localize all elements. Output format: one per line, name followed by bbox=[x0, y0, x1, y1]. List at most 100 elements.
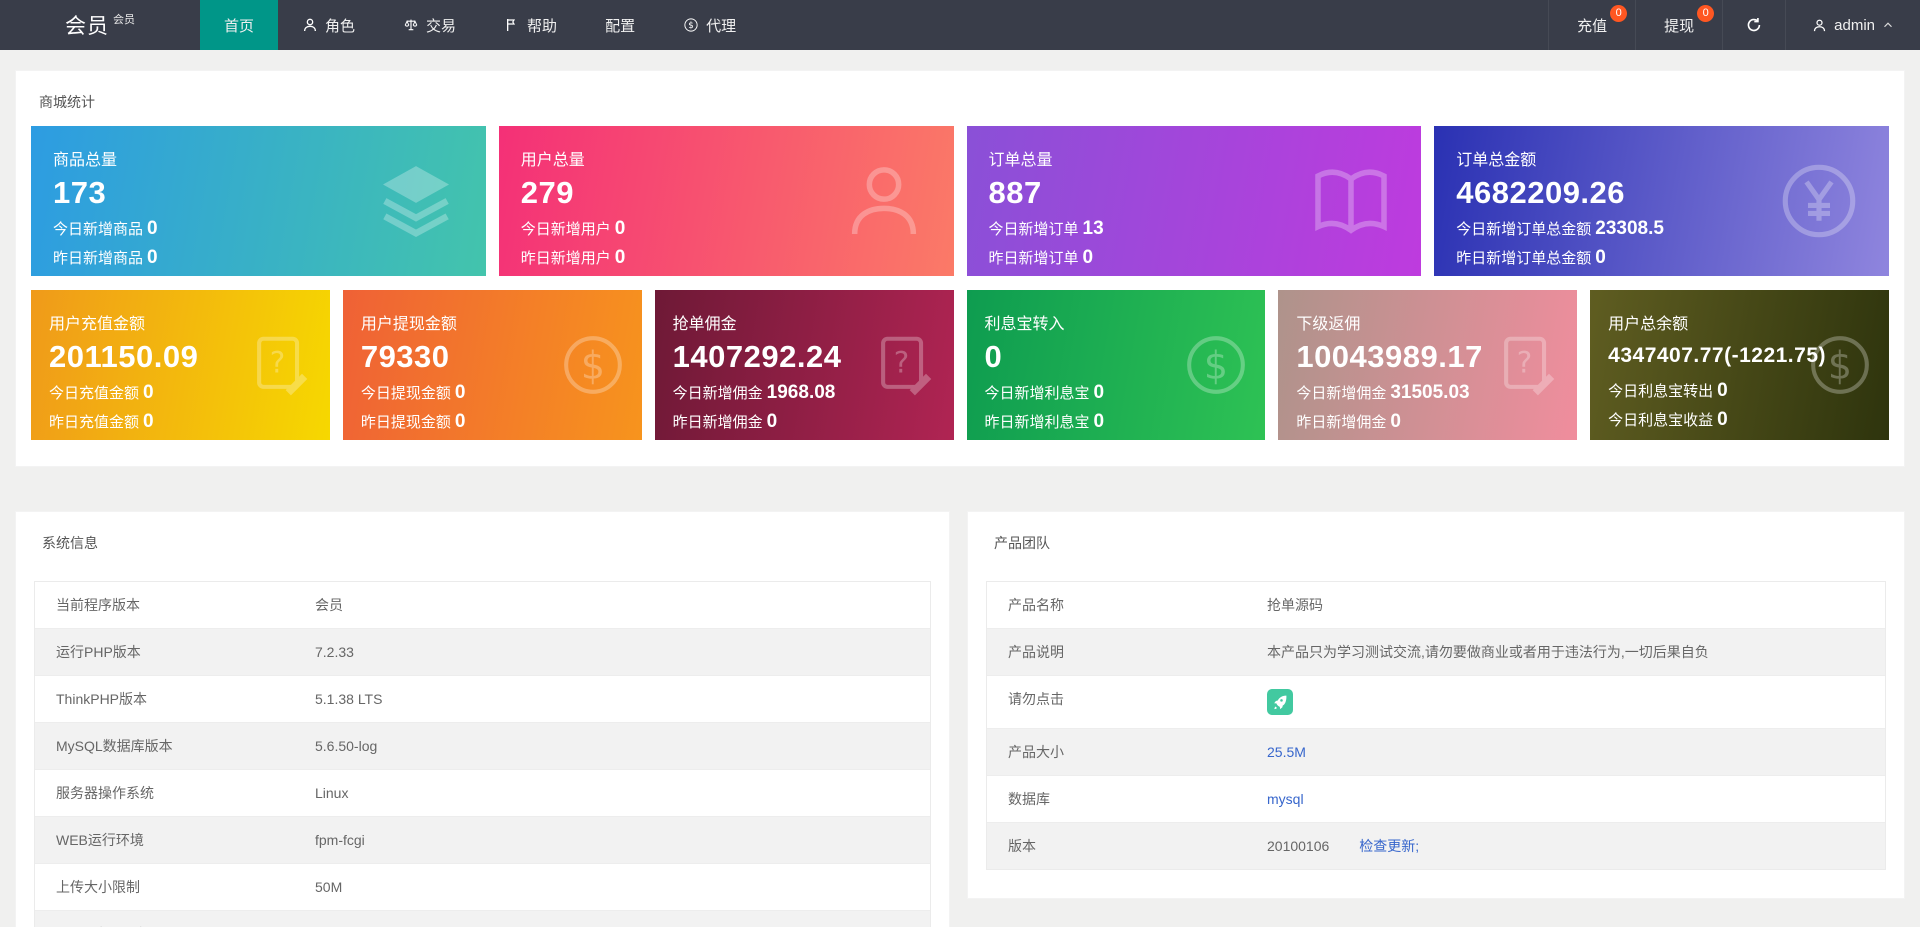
nav-item-label: 首页 bbox=[224, 17, 255, 35]
stat-line-value: 0 bbox=[1082, 247, 1094, 268]
row-value: 抢单源码 bbox=[1267, 597, 1323, 613]
stat-line-label: 昨日新增订单总金额 bbox=[1456, 250, 1592, 267]
username: admin bbox=[1834, 16, 1875, 34]
product-size-link[interactable]: 25.5M bbox=[1267, 744, 1306, 760]
nav-item-label: 角色 bbox=[325, 17, 356, 35]
row-value: 5.6.50-log bbox=[315, 738, 378, 754]
row-value: fpm-fcgi bbox=[315, 832, 365, 848]
row-label: 版本 bbox=[1008, 838, 1036, 854]
file-question-icon bbox=[1493, 330, 1563, 400]
product-team-panel: 产品团队 产品名称 抢单源码 产品说明 本产品只为学习测试交流,请勿要做商业或者… bbox=[967, 511, 1905, 899]
stat-line-value: 31505.03 bbox=[1390, 382, 1470, 403]
stat-line-value: 0 bbox=[1717, 409, 1728, 430]
nav-item-config[interactable]: 配置 bbox=[581, 0, 659, 50]
row-label: MySQL数据库版本 bbox=[56, 738, 173, 754]
row-label: 上传大小限制 bbox=[56, 879, 140, 895]
dollar-circle-icon bbox=[1805, 330, 1875, 400]
top-navbar: 会员 会员 首页 角色 交易 帮助 配置 代理 充值 0 提现 0 admin bbox=[0, 0, 1920, 50]
bottom-panels: 系统信息 当前程序版本 会员 运行PHP版本 7.2.33 ThinkPHP版本… bbox=[15, 511, 1905, 927]
stat-card-goods-total: 商品总量 173 今日新增商品 0 昨日新增商品 0 bbox=[31, 126, 486, 276]
table-row: 请勿点击 bbox=[987, 676, 1885, 729]
stat-line-label: 今日利息宝转出 bbox=[1608, 383, 1714, 400]
stat-card-orders-total: 订单总量 887 今日新增订单 13 昨日新增订单 0 bbox=[966, 126, 1422, 276]
stat-line-value: 0 bbox=[614, 218, 626, 239]
nav-item-label: 代理 bbox=[706, 17, 737, 35]
row-label: 产品大小 bbox=[1008, 744, 1064, 760]
recharge-badge: 0 bbox=[1610, 5, 1628, 22]
row-value: 本产品只为学习测试交流,请勿要做商业或者用于违法行为,一切后果自负 bbox=[1267, 644, 1709, 660]
nav-item-home[interactable]: 首页 bbox=[200, 0, 279, 50]
dollar-circle-icon bbox=[558, 330, 628, 400]
refresh-button[interactable] bbox=[1722, 0, 1785, 50]
stat-line-label: 昨日新增佣金 bbox=[1296, 414, 1387, 431]
user-icon bbox=[1812, 18, 1827, 33]
table-row: 服务器操作系统 Linux bbox=[35, 770, 930, 817]
nav-item-label: 配置 bbox=[605, 17, 636, 35]
stat-line-label: 昨日新增商品 bbox=[53, 250, 144, 267]
stat-line-value: 13 bbox=[1082, 218, 1104, 239]
brand-title: 会员 bbox=[65, 15, 109, 38]
stat-line-value: 0 bbox=[614, 247, 626, 268]
stat-line-label: 今日提现金额 bbox=[360, 385, 451, 402]
nav-item-agent[interactable]: 代理 bbox=[659, 0, 760, 50]
stat-line-value: 0 bbox=[143, 411, 154, 432]
table-row: 上传大小限制 50M bbox=[35, 864, 930, 911]
version-value: 20100106 bbox=[1267, 838, 1330, 854]
database-link[interactable]: mysql bbox=[1267, 791, 1304, 807]
file-question-icon bbox=[246, 330, 316, 400]
row-label: 数据库 bbox=[1008, 791, 1050, 807]
stat-line-value: 0 bbox=[766, 411, 778, 432]
stat-line-value: 1968.08 bbox=[766, 382, 836, 403]
row-label: 服务器操作系统 bbox=[56, 785, 154, 801]
panel-title: 产品团队 bbox=[994, 535, 1050, 551]
nav-item-help[interactable]: 帮助 bbox=[480, 0, 581, 50]
stat-card-user-withdraw: 用户提现金额 79330 今日提现金额 0 昨日提现金额 0 bbox=[342, 290, 642, 440]
check-update-link[interactable]: 检查更新; bbox=[1359, 836, 1419, 856]
user-icon bbox=[302, 17, 318, 33]
navbar-right: 充值 0 提现 0 admin bbox=[1548, 0, 1920, 50]
withdraw-button[interactable]: 提现 0 bbox=[1635, 0, 1722, 50]
row-value: 会员 bbox=[315, 597, 343, 613]
row-label: POST大小限制 bbox=[35, 911, 315, 927]
stat-line-label: 今日新增佣金 bbox=[672, 385, 763, 402]
nav-item-transactions[interactable]: 交易 bbox=[379, 0, 480, 50]
stat-line-value: 0 bbox=[147, 247, 158, 268]
table-row: 数据库 mysql bbox=[987, 776, 1885, 823]
stat-line-label: 昨日新增利息宝 bbox=[984, 414, 1090, 431]
table-row: WEB运行环境 fpm-fcgi bbox=[35, 817, 930, 864]
stat-line-label: 今日新增商品 bbox=[53, 221, 144, 238]
nav-item-roles[interactable]: 角色 bbox=[278, 0, 379, 50]
stat-card-grab-commission: 抢单佣金 1407292.24 今日新增佣金 1968.08 昨日新增佣金 0 bbox=[654, 290, 954, 440]
dollar-circle-icon bbox=[683, 17, 699, 33]
table-row: 产品名称 抢单源码 bbox=[987, 582, 1885, 629]
row-label: 运行PHP版本 bbox=[56, 644, 141, 660]
stat-line-label: 昨日提现金额 bbox=[360, 414, 451, 431]
stat-card-order-amount-total: 订单总金额 4682209.26 今日新增订单总金额 23308.5 昨日新增订单… bbox=[1434, 126, 1889, 276]
stat-line-label: 今日新增订单 bbox=[988, 221, 1079, 238]
table-row: MySQL数据库版本 5.6.50-log bbox=[35, 723, 930, 770]
table-row: POST大小限制 50M bbox=[35, 911, 930, 927]
chevron-up-icon bbox=[1882, 19, 1894, 31]
row-value: 50M bbox=[315, 911, 930, 927]
stats-row-1: 商品总量 173 今日新增商品 0 昨日新增商品 0 用户总量 279 今日新增用户… bbox=[31, 126, 1889, 276]
table-row: 产品说明 本产品只为学习测试交流,请勿要做商业或者用于违法行为,一切后果自负 bbox=[987, 629, 1885, 676]
row-value: 7.2.33 bbox=[315, 644, 354, 660]
main-menu: 首页 角色 交易 帮助 配置 代理 bbox=[200, 0, 760, 50]
brand-logo[interactable]: 会员 会员 bbox=[0, 0, 200, 50]
product-team-table: 产品名称 抢单源码 产品说明 本产品只为学习测试交流,请勿要做商业或者用于违法行… bbox=[986, 581, 1886, 870]
withdraw-badge: 0 bbox=[1697, 5, 1715, 22]
rocket-icon[interactable] bbox=[1267, 689, 1293, 715]
withdraw-label: 提现 bbox=[1664, 17, 1695, 35]
recharge-button[interactable]: 充值 0 bbox=[1548, 0, 1635, 50]
recharge-label: 充值 bbox=[1577, 17, 1608, 35]
stat-line-label: 昨日新增佣金 bbox=[672, 414, 763, 431]
user-menu[interactable]: admin bbox=[1785, 0, 1920, 50]
row-value: 50M bbox=[315, 879, 343, 895]
stat-line-label: 今日充值金额 bbox=[49, 385, 140, 402]
table-row: 运行PHP版本 7.2.33 bbox=[35, 629, 930, 676]
row-value: Linux bbox=[315, 785, 349, 801]
refresh-icon bbox=[1745, 16, 1763, 34]
stat-line-label: 今日利息宝收益 bbox=[1608, 412, 1714, 429]
person-icon bbox=[840, 157, 928, 245]
table-row: 当前程序版本 会员 bbox=[35, 582, 930, 629]
